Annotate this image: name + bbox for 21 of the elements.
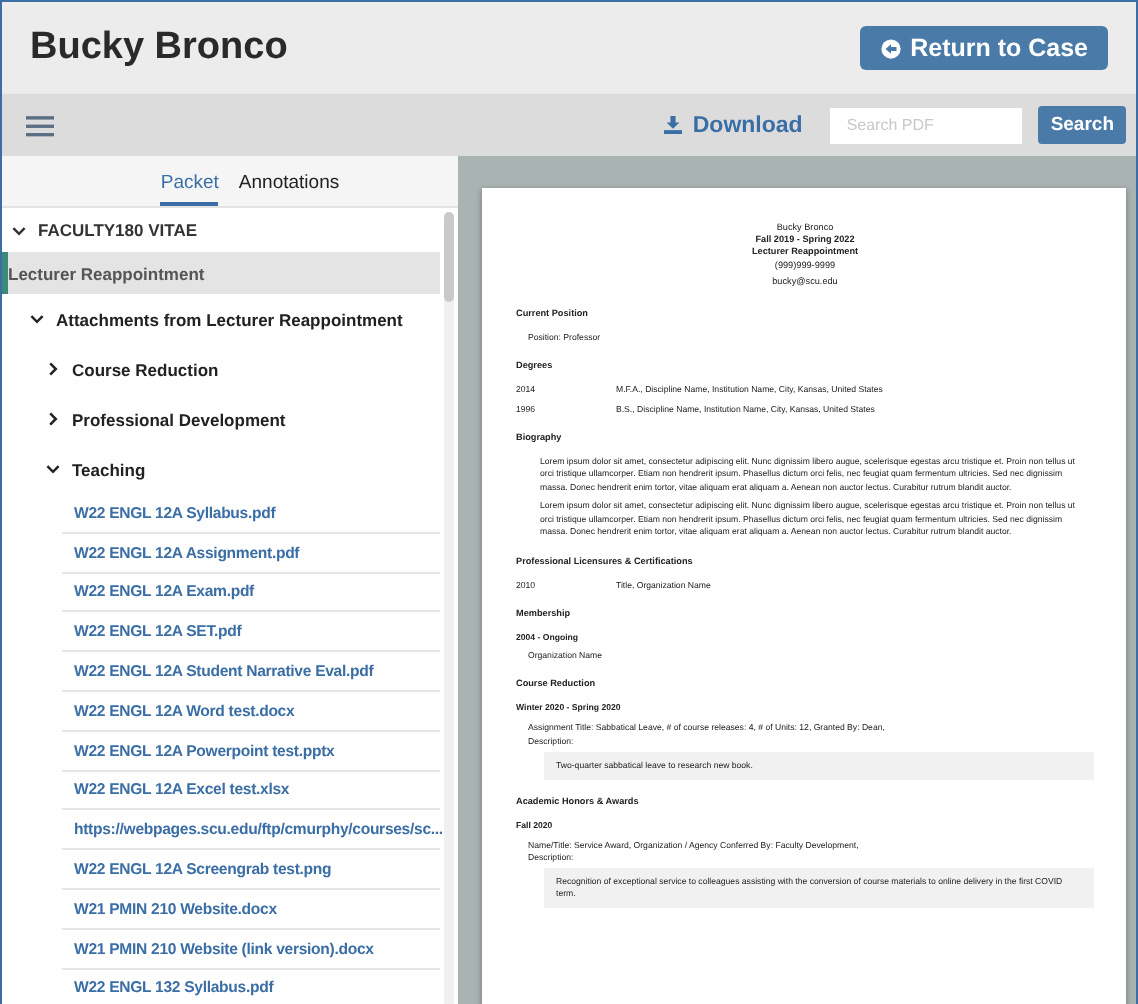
- search-button[interactable]: Search: [1038, 106, 1126, 144]
- tree-item[interactable]: Attachments from Lecturer Reappointment: [2, 294, 440, 344]
- tree-item[interactable]: Teaching: [2, 444, 440, 494]
- download-button[interactable]: Download: [664, 113, 803, 137]
- page-title: Bucky Bronco: [30, 26, 288, 70]
- chevron-right-icon: [46, 412, 60, 426]
- chevron-down-icon: [12, 223, 26, 237]
- chevron-down-icon: [46, 462, 60, 476]
- menu-icon[interactable]: [26, 113, 54, 137]
- chevron-down-icon: [30, 312, 44, 326]
- tree-item[interactable]: Lecturer Reappointment: [2, 252, 440, 294]
- chevron-right-icon: [46, 362, 60, 376]
- tree-item[interactable]: Professional Development: [2, 394, 440, 444]
- tab[interactable]: Packet: [160, 156, 219, 206]
- tree-item[interactable]: Course Reduction: [2, 344, 440, 394]
- tree-item[interactable]: FACULTY180 VITAE: [2, 208, 440, 252]
- return-button[interactable]: Return to Case: [860, 26, 1108, 70]
- tab[interactable]: Annotations: [238, 156, 340, 206]
- scrollbar[interactable]: [444, 212, 454, 1004]
- download-icon: [664, 116, 683, 134]
- arrow-left-circle-icon: [880, 37, 903, 59]
